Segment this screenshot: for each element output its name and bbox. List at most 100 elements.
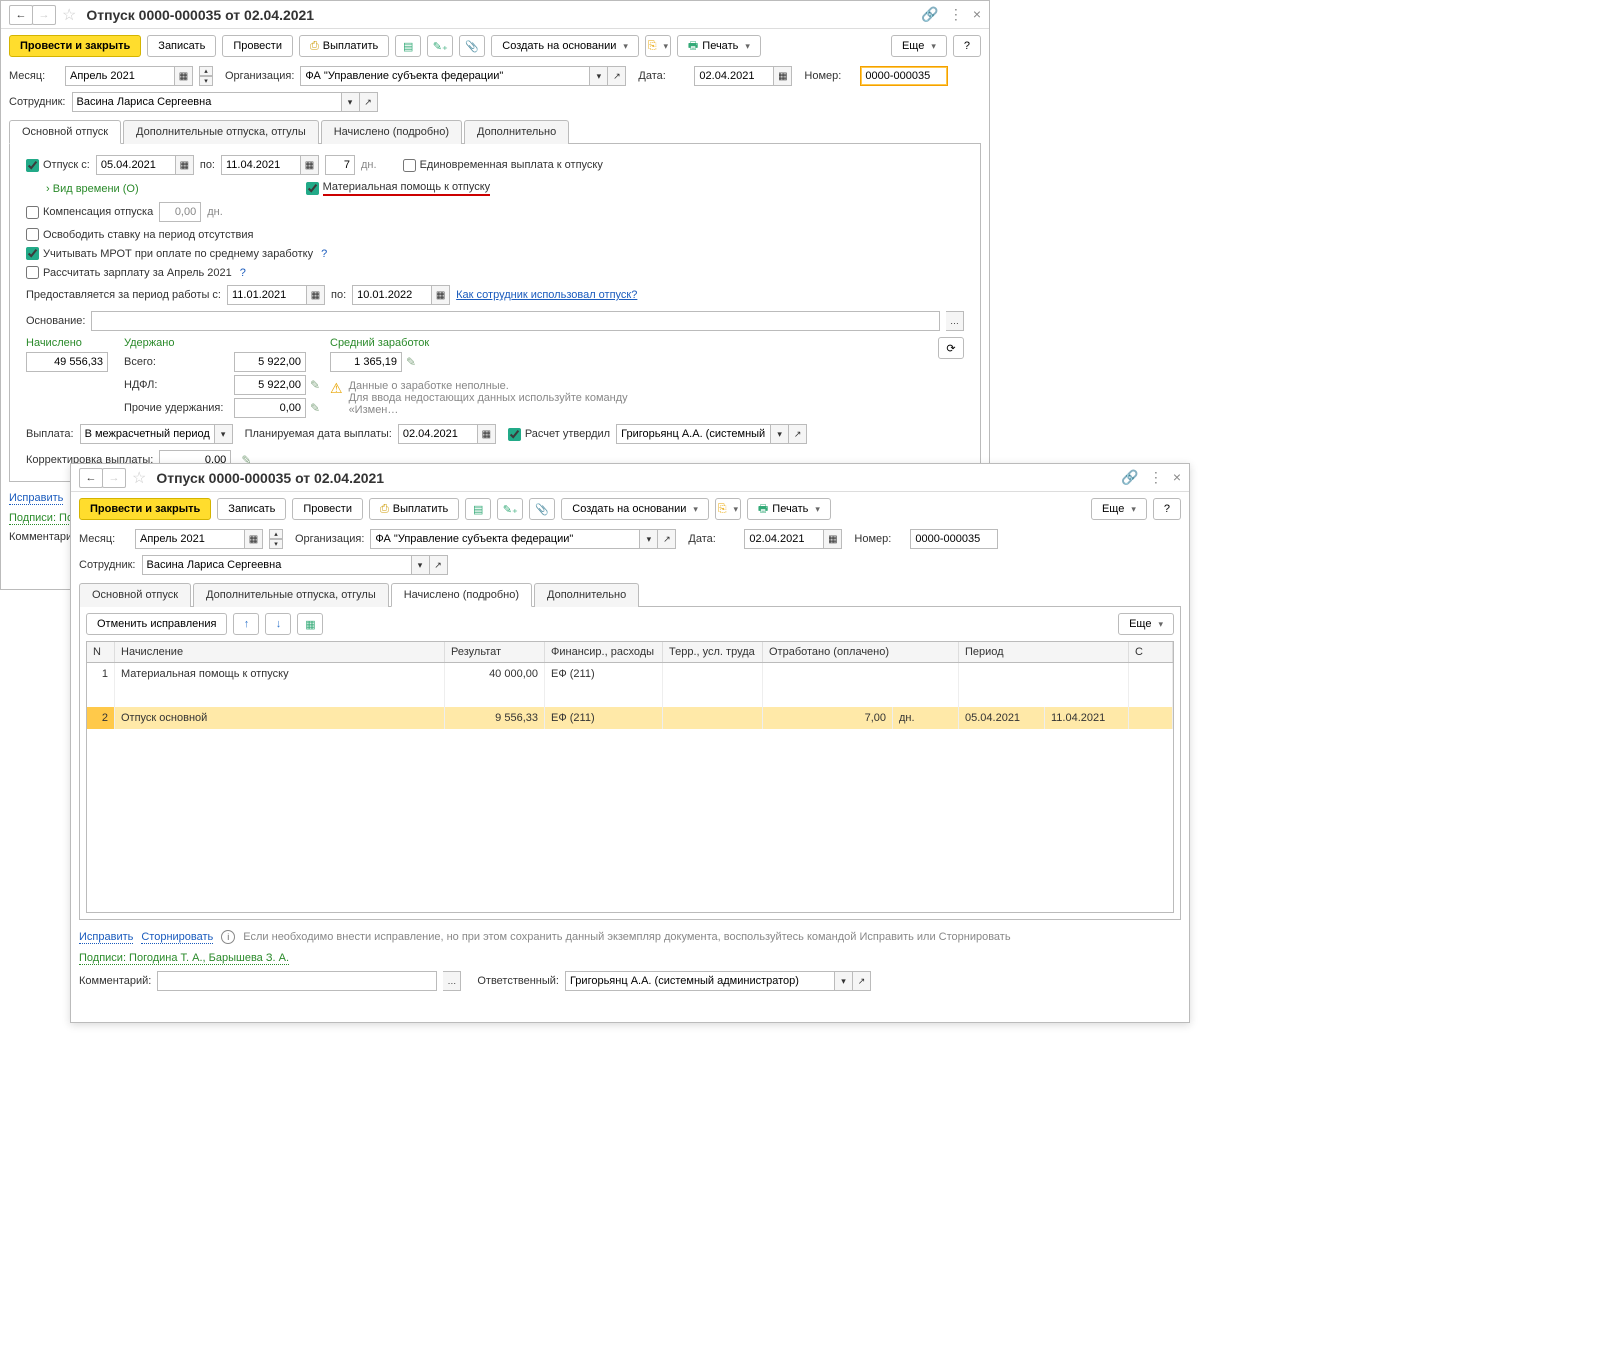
month-spinner[interactable]: ▴▾: [199, 66, 213, 86]
fix-link[interactable]: Исправить: [9, 492, 63, 505]
back-button[interactable]: ←: [9, 5, 33, 25]
tab-extra[interactable]: Дополнительно: [534, 583, 639, 607]
favorite-icon[interactable]: ☆: [62, 5, 76, 25]
release-checkbox[interactable]: Освободить ставку на период отсутствия: [26, 228, 253, 241]
calendar-icon[interactable]: ▦: [432, 285, 450, 305]
avg-input[interactable]: [330, 352, 402, 372]
how-used-link[interactable]: Как сотрудник использовал отпуск?: [456, 289, 637, 301]
post-button[interactable]: Провести: [292, 498, 363, 520]
table-body[interactable]: 1 Материальная помощь к отпуску 40 000,0…: [86, 663, 1174, 913]
print-button[interactable]: 🖶Печать: [747, 498, 831, 520]
pencil-icon[interactable]: ✎: [406, 355, 416, 369]
month-spinner[interactable]: ▴▾: [269, 529, 283, 549]
employee-select[interactable]: ▾↗: [142, 555, 448, 575]
month-input[interactable]: ▦: [65, 66, 193, 86]
close-icon[interactable]: ×: [1173, 469, 1181, 486]
period-to[interactable]: ▦: [352, 285, 450, 305]
comment-browse-icon[interactable]: …: [443, 971, 461, 991]
signatures-link[interactable]: Подписи: Погодина Т. А., Барышева З. А.: [79, 952, 289, 965]
total-input[interactable]: [234, 352, 306, 372]
from-date[interactable]: ▦: [96, 155, 194, 175]
calendar-icon[interactable]: ▦: [824, 529, 842, 549]
calendar-icon[interactable]: ▦: [307, 285, 325, 305]
tab-main-vacation[interactable]: Основной отпуск: [9, 120, 121, 144]
save-button[interactable]: Записать: [217, 498, 286, 520]
open-icon[interactable]: ↗: [430, 555, 448, 575]
ndfl-input[interactable]: [234, 375, 306, 395]
tab-additional[interactable]: Дополнительные отпуска, отгулы: [123, 120, 319, 144]
post-and-close-button[interactable]: Провести и закрыть: [79, 498, 211, 520]
employee-select[interactable]: ▾↗: [72, 92, 378, 112]
document-icon[interactable]: ▤: [395, 35, 421, 57]
date-input[interactable]: ▦: [694, 66, 792, 86]
calendar-icon[interactable]: ▦: [301, 155, 319, 175]
refresh-button[interactable]: ⟳: [938, 337, 964, 359]
pencil-icon[interactable]: ✎: [310, 401, 320, 415]
pay-button[interactable]: ⎙Выплатить: [369, 498, 459, 520]
help-button[interactable]: ?: [953, 35, 981, 57]
pay-mode-select[interactable]: ▾: [80, 424, 233, 444]
post-button[interactable]: Провести: [222, 35, 293, 57]
mrot-checkbox[interactable]: Учитывать МРОТ при оплате по среднему за…: [26, 247, 313, 260]
move-down-button[interactable]: ↓: [265, 613, 291, 635]
forward-button[interactable]: →: [32, 5, 56, 25]
close-icon[interactable]: ×: [973, 6, 981, 23]
calendar-icon[interactable]: ▦: [774, 66, 792, 86]
more-button[interactable]: Еще: [1091, 498, 1147, 520]
edit-icon[interactable]: ✎₊: [497, 498, 523, 520]
post-split-icon[interactable]: ⎘: [715, 498, 741, 520]
favorite-icon[interactable]: ☆: [132, 468, 146, 488]
approved-by-select[interactable]: ▾↗: [616, 424, 807, 444]
mrot-help-link[interactable]: ?: [321, 248, 327, 260]
create-based-button[interactable]: Создать на основании: [561, 498, 709, 520]
open-icon[interactable]: ↗: [608, 66, 626, 86]
more-button[interactable]: Еще: [891, 35, 947, 57]
help-button[interactable]: ?: [1153, 498, 1181, 520]
edit-icon[interactable]: ✎₊: [427, 35, 453, 57]
date-input[interactable]: ▦: [744, 529, 842, 549]
to-date[interactable]: ▦: [221, 155, 319, 175]
tab-detail[interactable]: Начислено (подробно): [321, 120, 462, 144]
basis-input[interactable]: [91, 311, 940, 331]
attach-icon[interactable]: 📎: [459, 35, 485, 57]
post-split-icon[interactable]: ⎘: [645, 35, 671, 57]
show-details-button[interactable]: ▦: [297, 613, 323, 635]
calendar-icon[interactable]: ▦: [245, 529, 263, 549]
period-from[interactable]: ▦: [227, 285, 325, 305]
calendar-icon[interactable]: ▦: [478, 424, 496, 444]
attach-icon[interactable]: 📎: [529, 498, 555, 520]
tab-extra[interactable]: Дополнительно: [464, 120, 569, 144]
forward-button[interactable]: →: [102, 468, 126, 488]
org-select[interactable]: ▾↗: [300, 66, 626, 86]
open-icon[interactable]: ↗: [853, 971, 871, 991]
number-input[interactable]: [910, 529, 998, 549]
tab-detail[interactable]: Начислено (подробно): [391, 583, 532, 607]
chevron-down-icon[interactable]: ▾: [835, 971, 853, 991]
table-row[interactable]: 1 Материальная помощь к отпуску 40 000,0…: [87, 663, 1173, 707]
menu-icon[interactable]: ⋮: [1149, 469, 1163, 486]
back-button[interactable]: ←: [79, 468, 103, 488]
comp-input[interactable]: [159, 202, 201, 222]
more-button[interactable]: Еще: [1118, 613, 1174, 635]
chevron-down-icon[interactable]: ▾: [412, 555, 430, 575]
open-icon[interactable]: ↗: [789, 424, 807, 444]
link-icon[interactable]: 🔗: [1121, 469, 1138, 486]
responsible-select[interactable]: ▾↗: [565, 971, 871, 991]
recalc-checkbox[interactable]: Рассчитать зарплату за Апрель 2021: [26, 266, 232, 279]
cancel-corrections-button[interactable]: Отменить исправления: [86, 613, 227, 635]
chevron-down-icon[interactable]: ▾: [215, 424, 233, 444]
comment-input[interactable]: [157, 971, 437, 991]
storno-link[interactable]: Сторнировать: [141, 931, 213, 944]
tab-main-vacation[interactable]: Основной отпуск: [79, 583, 191, 607]
compensation-checkbox[interactable]: Компенсация отпуска: [26, 206, 153, 219]
approved-checkbox[interactable]: Расчет утвердил: [508, 428, 610, 441]
create-based-button[interactable]: Создать на основании: [491, 35, 639, 57]
pencil-icon[interactable]: ✎: [310, 378, 320, 392]
time-type-link[interactable]: › Вид времени (О): [46, 183, 139, 195]
number-input[interactable]: [860, 66, 948, 86]
document-icon[interactable]: ▤: [465, 498, 491, 520]
chevron-down-icon[interactable]: ▾: [342, 92, 360, 112]
chevron-down-icon[interactable]: ▾: [640, 529, 658, 549]
month-input[interactable]: ▦: [135, 529, 263, 549]
days-input[interactable]: [325, 155, 355, 175]
